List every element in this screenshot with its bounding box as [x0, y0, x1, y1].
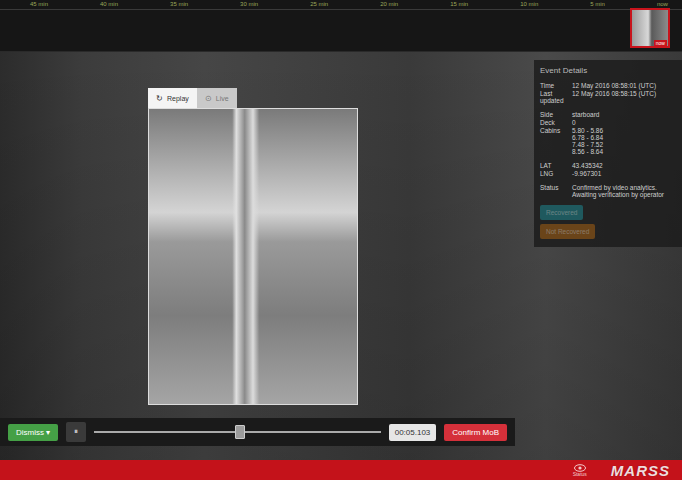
thermal-video [148, 108, 358, 405]
confirm-mob-button[interactable]: Confirm MoB [444, 424, 507, 441]
detail-row: Deck 0 [540, 119, 676, 126]
slider-knob[interactable] [235, 425, 245, 439]
tab-label: Live [216, 95, 229, 102]
dismiss-button[interactable]: Dismiss ▾ [8, 424, 58, 441]
timeline-axis [0, 9, 682, 10]
recovery-button[interactable]: Not Recovered [540, 224, 595, 239]
timeline-tick: 45 min [30, 0, 48, 8]
detail-label: Side [540, 111, 568, 118]
viewer-tab[interactable]: ⊙ Live [197, 88, 237, 108]
timeline-tick: 5 min [590, 0, 605, 8]
playback-controls: Dismiss ▾ ⏸ 00:05.103 Confirm MoB [0, 418, 515, 446]
timeline-tick: 10 min [520, 0, 538, 8]
detail-row: LAT 43.435342 [540, 162, 676, 169]
timeline-ticks: 45 min 40 min 35 min 30 min 25 min 20 min 15 m… [0, 0, 682, 8]
detail-value: starboard [572, 111, 676, 118]
timeline[interactable]: 45 min 40 min 35 min 30 min 25 min 20 min 15 m… [0, 0, 682, 52]
status-button[interactable]: Status [573, 464, 587, 477]
recovery-button[interactable]: Recovered [540, 205, 583, 220]
detail-row: Last updated 12 May 2016 08:58:15 (UTC) [540, 90, 676, 104]
detail-label: Last updated [540, 90, 568, 104]
detail-row: Side starboard [540, 111, 676, 118]
detail-row: Status Confirmed by video analytics. Awa… [540, 184, 676, 198]
tab-icon: ↻ [156, 94, 163, 103]
status-bar: Status MARSS [0, 460, 682, 480]
detail-row: Time 12 May 2016 08:58:01 (UTC) [540, 82, 676, 89]
timeline-tick: now [657, 0, 668, 8]
detail-value: 5.80 - 5.866.78 - 6.847.48 - 7.528.56 - … [572, 127, 676, 155]
detail-value: Confirmed by video analytics. Awaiting v… [572, 184, 676, 198]
details-group: Status Confirmed by video analytics. Awa… [540, 184, 676, 198]
marss-screen: 45 min 40 min 35 min 30 min 25 min 20 min 15 m… [0, 0, 682, 480]
timeline-tick: 40 min [100, 0, 118, 8]
tab-icon: ⊙ [205, 94, 212, 103]
detail-label: LNG [540, 170, 568, 177]
pause-button[interactable]: ⏸ [66, 422, 86, 442]
detail-value: 12 May 2016 08:58:01 (UTC) [572, 82, 676, 89]
timeline-tick: 15 min [450, 0, 468, 8]
viewer-tabs: ↻ Replay⊙ Live [148, 88, 358, 108]
detail-row: Cabins 5.80 - 5.866.78 - 6.847.48 - 7.52… [540, 127, 676, 155]
timeline-tick: 30 min [240, 0, 258, 8]
details-group: Time 12 May 2016 08:58:01 (UTC)Last upda… [540, 82, 676, 104]
detail-value: -9.967301 [572, 170, 676, 177]
detail-label: Cabins [540, 127, 568, 155]
timeline-tick: 25 min [310, 0, 328, 8]
detail-value: 0 [572, 119, 676, 126]
viewer-tab[interactable]: ↻ Replay [148, 88, 197, 108]
ship-view[interactable]: ↻ Replay⊙ Live Event Details Time 12 May… [0, 52, 682, 460]
detail-row: LNG -9.967301 [540, 170, 676, 177]
detail-value: 12 May 2016 08:58:15 (UTC) [572, 90, 676, 104]
eye-icon [574, 464, 586, 472]
marss-logo: MARSS [611, 462, 670, 479]
tab-label: Replay [167, 95, 189, 102]
detail-label: LAT [540, 162, 568, 169]
details-group: Side starboardDeck 0Cabins 5.80 - 5.866.… [540, 111, 676, 155]
timeline-tick: 20 min [380, 0, 398, 8]
thumbnail-label: now [654, 40, 667, 46]
details-buttons: Recovered Not Recovered [540, 205, 676, 239]
video-viewer: ↻ Replay⊙ Live [148, 88, 358, 405]
detail-label: Status [540, 184, 568, 198]
event-details: Event Details Time 12 May 2016 08:58:01 … [534, 60, 682, 247]
details-group: LAT 43.435342LNG -9.967301 [540, 162, 676, 177]
detail-label: Deck [540, 119, 568, 126]
detail-label: Time [540, 82, 568, 89]
timeline-tick: 35 min [170, 0, 188, 8]
playback-time: 00:05.103 [389, 424, 437, 441]
details-title: Event Details [540, 66, 676, 75]
detail-value: 43.435342 [572, 162, 676, 169]
status-label: Status [573, 472, 587, 477]
event-thumbnail[interactable]: now [630, 8, 670, 48]
playback-slider[interactable] [94, 425, 381, 439]
